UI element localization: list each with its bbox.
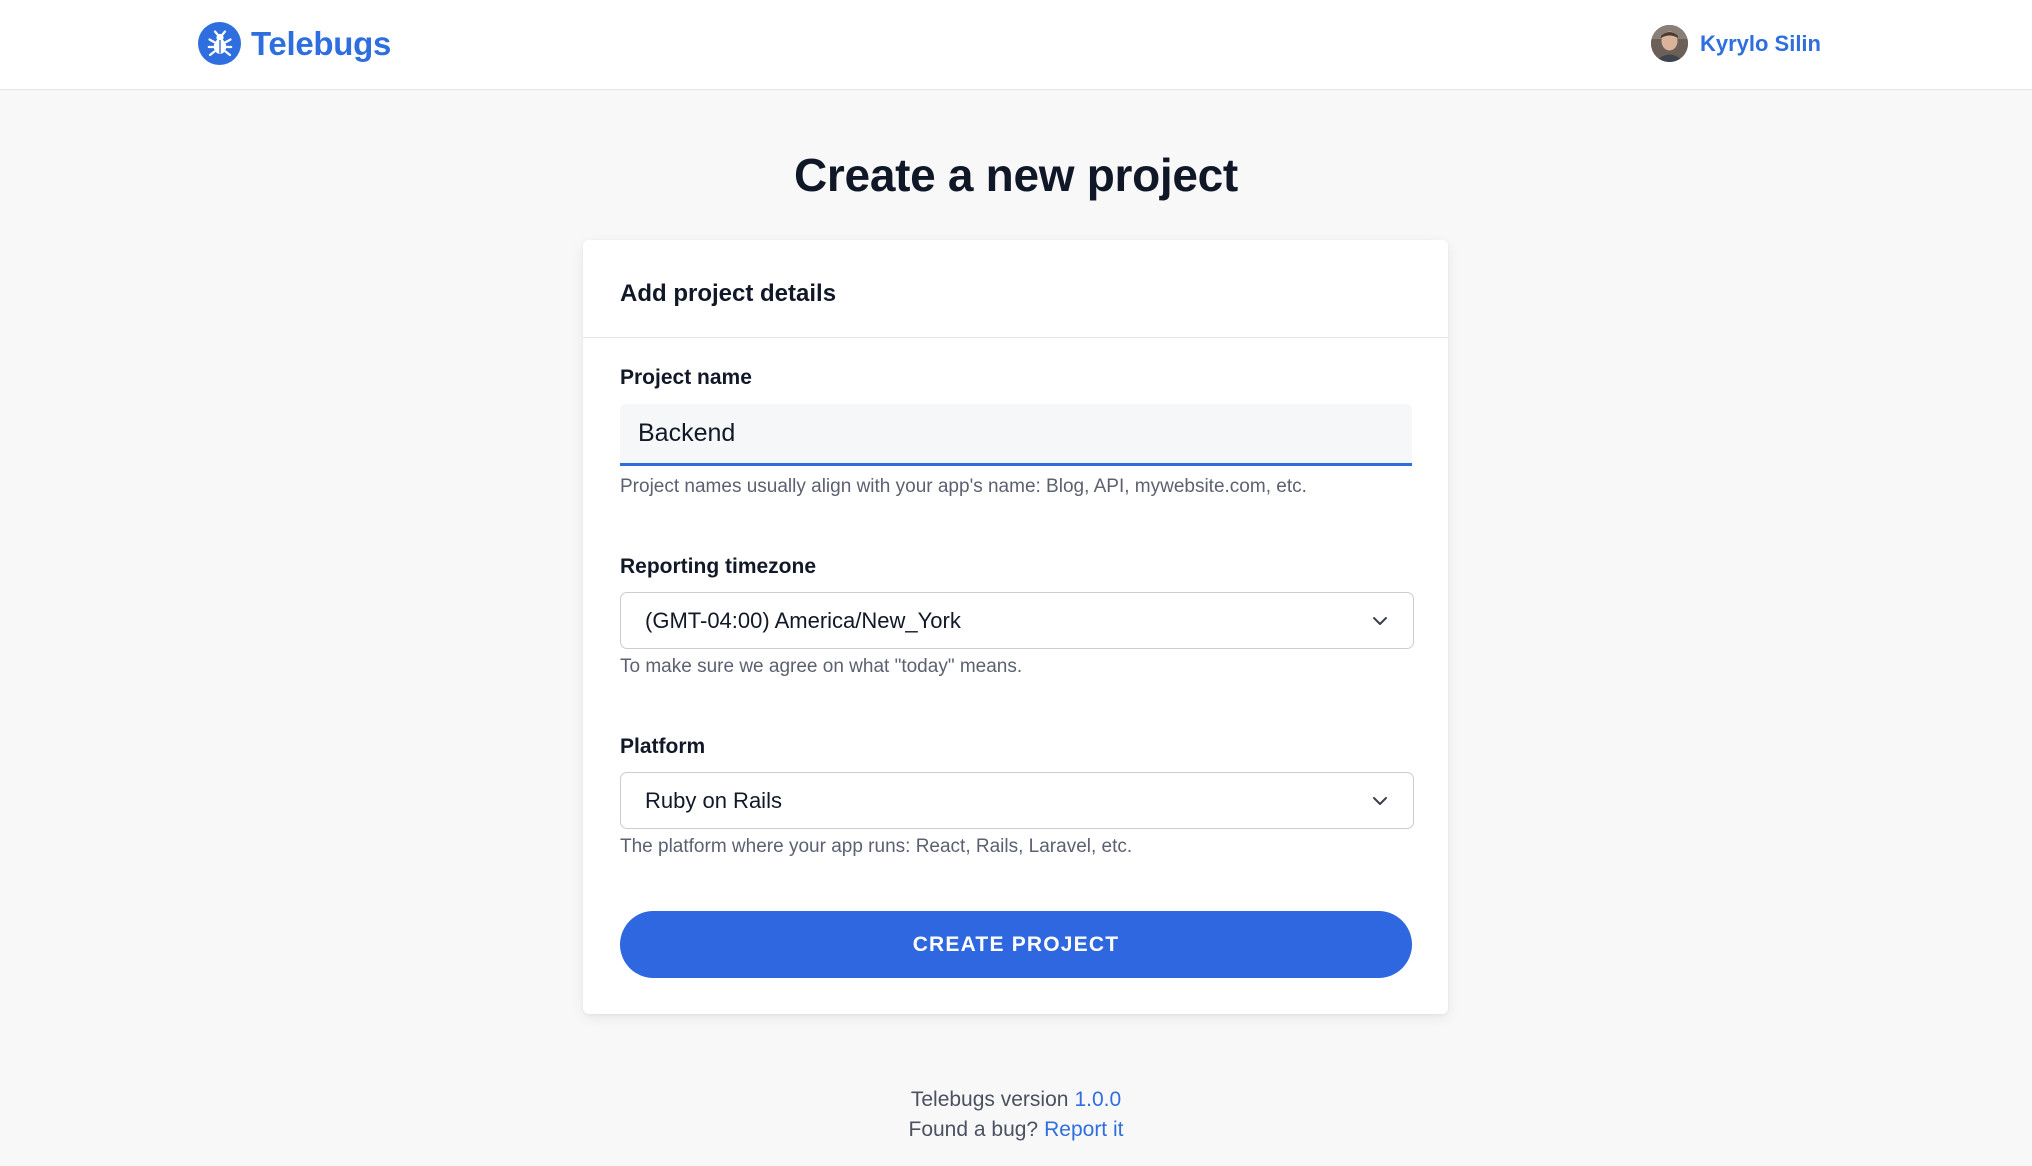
timezone-label: Reporting timezone [620,555,817,578]
timezone-hint: To make sure we agree on what "today" me… [620,656,1023,677]
platform-label: Platform [620,735,706,758]
footer-report: Found a bug? Report it [0,1118,2032,1142]
user-name: Kyrylo Silin [1699,30,1821,56]
project-form-card: Add project details Project name Project… [583,240,1448,1014]
footer-version: Telebugs version 1.0.0 [0,1088,2032,1112]
platform-selected-value: Ruby on Rails [645,787,782,813]
platform-hint: The platform where your app runs: React,… [620,836,1133,857]
brand-name: Telebugs [251,24,392,62]
project-name-hint: Project names usually align with your ap… [620,476,1307,497]
card-header: Add project details [583,240,1448,338]
bug-text: Found a bug? [908,1118,1039,1141]
version-text: Telebugs version [910,1088,1069,1111]
user-menu[interactable]: Kyrylo Silin [1650,25,1821,62]
card-title: Add project details [620,280,837,307]
top-navbar: Telebugs Kyrylo Silin [0,0,2032,90]
platform-select[interactable]: Ruby on Rails [620,772,1414,829]
avatar [1650,25,1688,62]
chevron-down-icon [1373,616,1387,625]
report-it-link[interactable]: Report it [1044,1118,1123,1141]
brand-link[interactable]: Telebugs [198,22,391,65]
timezone-select[interactable]: (GMT-04:00) America/New_York [620,592,1414,649]
page-title: Create a new project [794,149,1238,201]
project-name-label: Project name [620,366,752,389]
bug-icon [198,22,241,65]
version-link[interactable]: 1.0.0 [1074,1088,1121,1111]
project-name-input[interactable] [620,404,1412,466]
timezone-selected-value: (GMT-04:00) America/New_York [645,607,961,633]
create-project-button[interactable]: CREATE PROJECT [620,911,1412,978]
chevron-down-icon [1373,796,1387,805]
